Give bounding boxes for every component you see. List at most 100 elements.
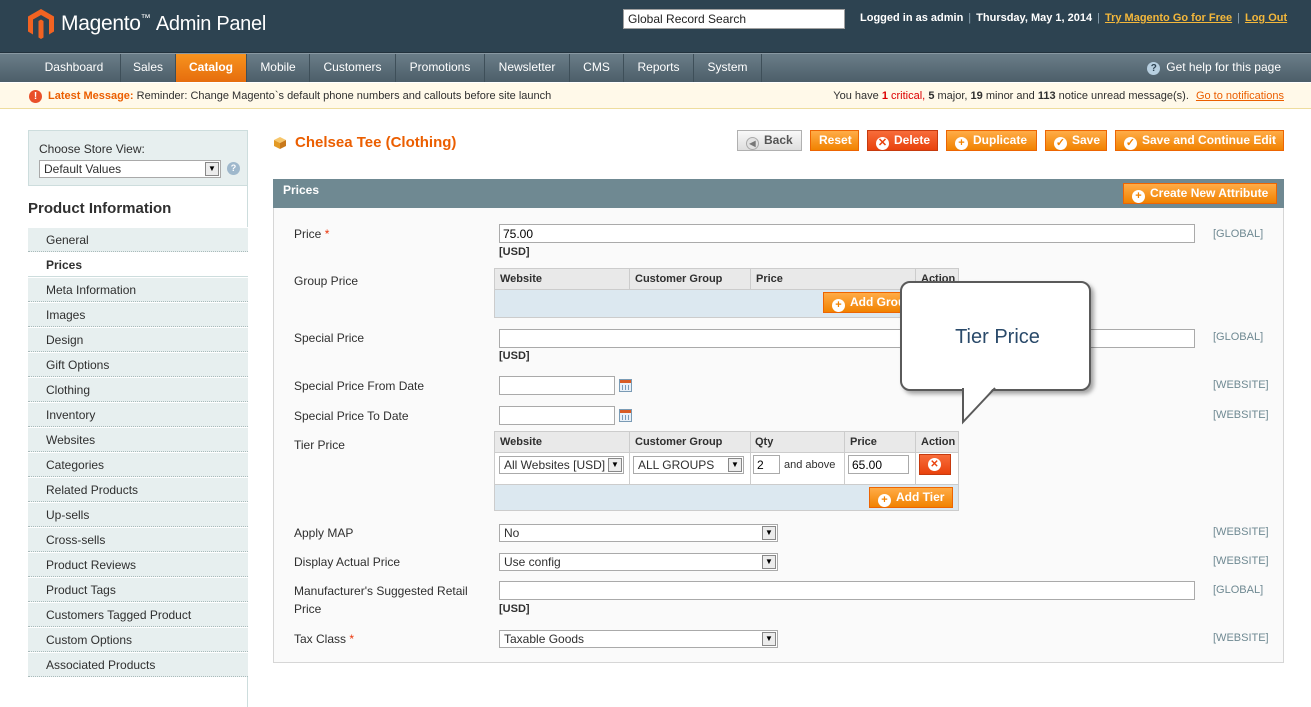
price-label: Price * xyxy=(294,227,329,241)
tier-customer-group-select[interactable]: ALL GROUPS ▼ xyxy=(633,456,744,474)
calendar-icon[interactable] xyxy=(619,409,632,422)
delete-button[interactable]: ✕ Delete xyxy=(867,130,938,151)
critical-count: 1 xyxy=(881,90,888,102)
global-search-input[interactable] xyxy=(623,9,845,29)
tax-class-select[interactable]: Taxable Goods ▼ xyxy=(499,630,778,648)
special-from-date-input[interactable] xyxy=(499,376,615,395)
latest-message-bar: ! Latest Message: Reminder: Change Magen… xyxy=(0,83,1311,109)
apply-map-select[interactable]: No ▼ xyxy=(499,524,778,542)
back-button[interactable]: ◀ Back xyxy=(737,130,802,151)
duplicate-button[interactable]: + Duplicate xyxy=(946,130,1037,151)
go-to-notifications-link[interactable]: Go to notifications xyxy=(1196,90,1284,102)
nav-system[interactable]: System xyxy=(694,54,762,82)
logo-text: Magento™ Admin Panel xyxy=(61,12,266,36)
notice-word: notice unread message(s). xyxy=(1058,90,1189,102)
major-word: major, xyxy=(937,90,968,102)
save-and-continue-button[interactable]: ✓ Save and Continue Edit xyxy=(1115,130,1284,151)
prices-section-header: Prices + Create New Attribute xyxy=(273,179,1284,208)
check-icon: ✓ xyxy=(1124,137,1137,150)
nav-sales[interactable]: Sales xyxy=(121,54,176,82)
product-tabs: General Prices Meta Information Images D… xyxy=(28,227,248,677)
create-new-attribute-button[interactable]: + Create New Attribute xyxy=(1123,183,1277,204)
col-website: Website xyxy=(500,436,542,448)
tab-cross-sells[interactable]: Cross-sells xyxy=(28,527,248,552)
price-label-text: Price xyxy=(294,227,322,241)
group-price-label: Group Price xyxy=(294,274,359,288)
nav-catalog[interactable]: Catalog xyxy=(176,54,247,82)
nav-reports[interactable]: Reports xyxy=(624,54,694,82)
tab-product-tags[interactable]: Product Tags xyxy=(28,577,248,602)
tab-inventory[interactable]: Inventory xyxy=(28,402,248,427)
tab-up-sells[interactable]: Up-sells xyxy=(28,502,248,527)
tab-websites[interactable]: Websites xyxy=(28,427,248,452)
col-divider xyxy=(629,432,630,452)
msrp-input[interactable] xyxy=(499,581,1195,600)
callout-text: Tier Price xyxy=(955,326,1040,348)
special-from-label: Special Price From Date xyxy=(294,379,425,393)
col-price: Price xyxy=(850,436,877,448)
page-title: Chelsea Tee (Clothing) xyxy=(295,134,457,151)
tax-class-label-text: Tax Class xyxy=(294,632,347,646)
tab-prices[interactable]: Prices xyxy=(28,252,248,277)
help-icon[interactable]: ? xyxy=(227,162,240,175)
add-tier-button[interactable]: + Add Tier xyxy=(869,487,953,508)
help-link[interactable]: ? Get help for this page xyxy=(1147,60,1281,75)
tier-price-input[interactable] xyxy=(848,455,909,474)
nav-newsletter[interactable]: Newsletter xyxy=(485,54,570,82)
msrp-currency: [USD] xyxy=(499,603,530,615)
tab-categories[interactable]: Categories xyxy=(28,452,248,477)
tab-meta-information[interactable]: Meta Information xyxy=(28,277,248,302)
calendar-icon[interactable] xyxy=(619,379,632,392)
nav-mobile[interactable]: Mobile xyxy=(247,54,310,82)
tier-website-select[interactable]: All Websites [USD] ▼ xyxy=(499,456,624,474)
special-to-date-input[interactable] xyxy=(499,406,615,425)
main-nav: Dashboard Sales Catalog Mobile Customers… xyxy=(0,53,1311,82)
store-view-select[interactable]: Default Values ▼ xyxy=(39,160,221,178)
store-view-label: Choose Store View: xyxy=(39,142,145,156)
nav-cms[interactable]: CMS xyxy=(570,54,624,82)
tab-images[interactable]: Images xyxy=(28,302,248,327)
logo-tm: ™ xyxy=(140,13,151,24)
try-magento-go-link[interactable]: Try Magento Go for Free xyxy=(1105,12,1232,24)
reset-button[interactable]: Reset xyxy=(810,130,859,151)
and-above-text: and above xyxy=(784,459,836,471)
message-summary: You have 1 critical, 5 major, 19 minor a… xyxy=(833,90,1284,102)
separator: | xyxy=(1097,12,1100,24)
nav-dashboard[interactable]: Dashboard xyxy=(28,54,121,82)
store-view-value: Default Values xyxy=(44,162,122,176)
plus-icon: + xyxy=(955,137,968,150)
chevron-down-icon: ▼ xyxy=(205,162,219,176)
col-website: Website xyxy=(500,273,542,285)
tab-product-reviews[interactable]: Product Reviews xyxy=(28,552,248,577)
logo-suffix: Admin Panel xyxy=(155,13,266,35)
tab-custom-options[interactable]: Custom Options xyxy=(28,627,248,652)
tab-gift-options[interactable]: Gift Options xyxy=(28,352,248,377)
save-label: Save xyxy=(1072,133,1101,147)
latest-message-label: Latest Message: xyxy=(48,90,134,102)
tab-related-products[interactable]: Related Products xyxy=(28,477,248,502)
col-customer-group: Customer Group xyxy=(635,436,723,448)
special-to-scope: [WEBSITE] xyxy=(1213,409,1269,421)
chevron-down-icon: ▼ xyxy=(762,555,776,569)
nav-promotions[interactable]: Promotions xyxy=(396,54,485,82)
display-actual-price-select[interactable]: Use config ▼ xyxy=(499,553,778,571)
logout-link[interactable]: Log Out xyxy=(1245,12,1287,24)
col-divider xyxy=(844,453,845,484)
delete-tier-button[interactable]: ✕ xyxy=(919,454,951,475)
tier-qty-input[interactable] xyxy=(753,455,780,474)
tab-associated-products[interactable]: Associated Products xyxy=(28,652,248,677)
col-divider xyxy=(915,453,916,484)
col-divider xyxy=(915,432,916,452)
save-button[interactable]: ✓ Save xyxy=(1045,130,1107,151)
price-scope: [GLOBAL] xyxy=(1213,228,1264,240)
msrp-scope: [GLOBAL] xyxy=(1213,584,1264,596)
apply-map-value: No xyxy=(504,526,520,540)
tab-clothing[interactable]: Clothing xyxy=(28,377,248,402)
tab-general[interactable]: General xyxy=(28,227,248,252)
special-price-currency: [USD] xyxy=(499,350,530,362)
help-text: Get help for this page xyxy=(1166,60,1281,74)
price-input[interactable] xyxy=(499,224,1195,243)
tab-design[interactable]: Design xyxy=(28,327,248,352)
nav-customers[interactable]: Customers xyxy=(310,54,396,82)
tab-customers-tagged-product[interactable]: Customers Tagged Product xyxy=(28,602,248,627)
